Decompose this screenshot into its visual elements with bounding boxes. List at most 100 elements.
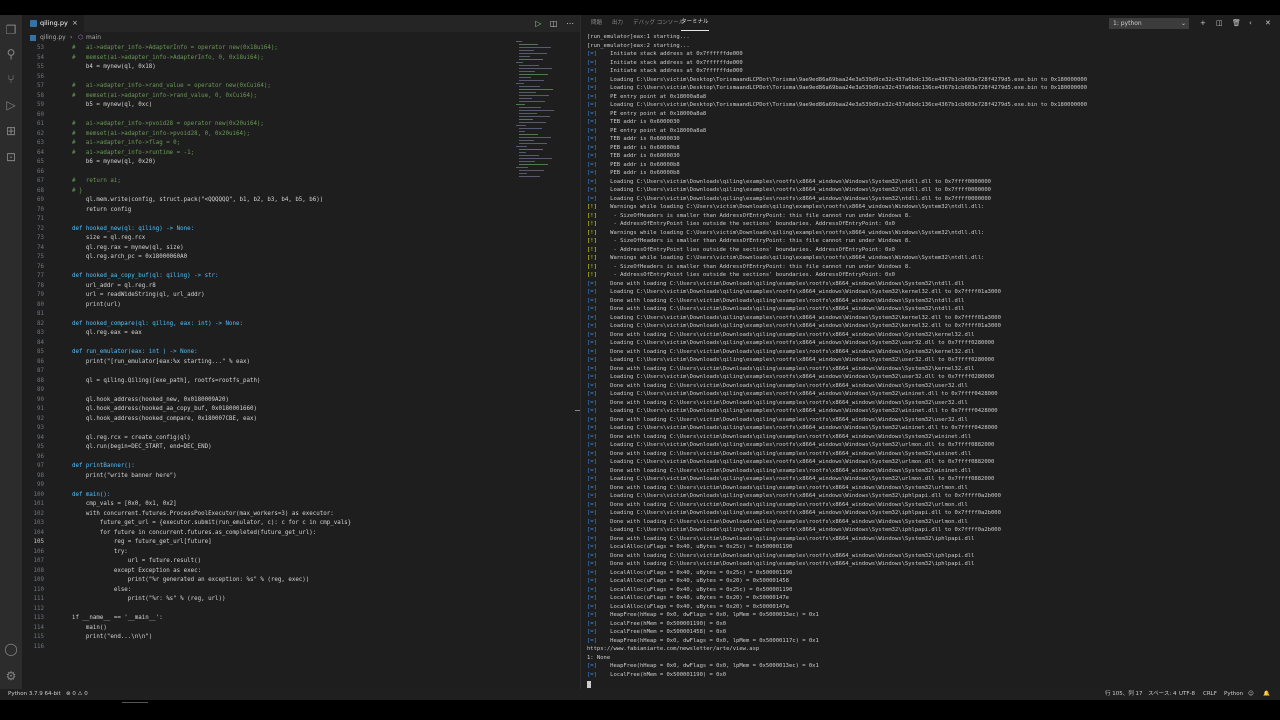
terminal-line: [=] LocalAlloc(uFlags = 0x40, uBytes = 0… xyxy=(587,569,793,576)
maximize-panel-icon[interactable]: ‹ xyxy=(1249,15,1252,32)
code-line: # } xyxy=(58,187,83,194)
terminal-line: [=] Loading C:\Users\victim\Downloads\qi… xyxy=(587,357,995,363)
terminal-line: [=] Done with loading C:\Users\victim\Do… xyxy=(587,382,968,389)
minimap-line xyxy=(519,170,544,171)
code-line: reg = future_get_url[future] xyxy=(58,539,212,545)
minimap[interactable] xyxy=(516,41,560,181)
terminal-line: [=] PE entry point at 0x18000a8a8 xyxy=(587,127,707,134)
tab-close-icon[interactable]: × xyxy=(72,15,78,32)
tab-output[interactable]: 出力 xyxy=(612,15,623,32)
python-interpreter[interactable]: Python 3.7.9 64-bit xyxy=(8,689,61,700)
terminal-line: [=] LocalAlloc(uFlags = 0x40, uBytes = 0… xyxy=(587,595,789,601)
terminal-line: [!] Warnings while loading C:\Users\vict… xyxy=(587,204,985,210)
line-number: 97 xyxy=(37,463,44,469)
line-number: 65 xyxy=(37,159,44,165)
terminal-line: [!] Warnings while loading C:\Users\vict… xyxy=(587,229,985,236)
new-terminal-icon[interactable]: + xyxy=(1200,15,1206,32)
bottom-divider xyxy=(122,702,148,703)
line-number: 62 xyxy=(37,130,44,137)
line-number: 71 xyxy=(37,216,44,222)
line-number: 59 xyxy=(37,102,44,108)
code-line: print(url) xyxy=(58,301,121,308)
split-terminal-icon[interactable]: ◫ xyxy=(1216,15,1223,32)
account-icon[interactable]: ◯ xyxy=(4,642,18,656)
problems-count[interactable]: ⊗ 0 ⚠ 0 xyxy=(66,689,88,700)
line-number: 116 xyxy=(33,643,44,650)
code-line: for future in concurrent.futures.as_comp… xyxy=(58,529,317,536)
end-of-line[interactable]: CRLF xyxy=(1203,689,1217,700)
terminal-line: [=] Loading C:\Users\victim\Desktop\Tori… xyxy=(587,102,1088,108)
line-number: 70 xyxy=(37,206,44,213)
code-line: # ai->adapter_info->flag = 0; xyxy=(58,140,181,146)
breadcrumb-file[interactable]: qiling.py xyxy=(40,32,66,44)
minimap-line xyxy=(519,68,552,69)
terminal-line: [=] TEB addr is 0x6000030 xyxy=(587,136,680,142)
code-line: # memset(ai->adapter_info->rand_value, 0… xyxy=(58,92,257,99)
source-control-icon[interactable]: ⑂ xyxy=(4,72,18,86)
line-number: 67 xyxy=(37,178,44,184)
breadcrumb-separator: › xyxy=(70,34,73,41)
feedback-icon[interactable]: ☺ xyxy=(1248,689,1254,700)
line-number: 58 xyxy=(37,92,44,99)
tab-debug-console[interactable]: デバッグ コンソール xyxy=(633,15,684,32)
notifications-bell-icon[interactable]: 🔔 xyxy=(1263,689,1270,700)
tab-terminal[interactable]: ターミナル xyxy=(681,15,709,31)
minimap-line xyxy=(519,44,538,45)
minimap-line xyxy=(519,113,537,114)
split-editor-icon[interactable]: ◫ xyxy=(550,19,558,28)
terminal-line: [=] Done with loading C:\Users\victim\Do… xyxy=(587,348,975,355)
code-line: ql.hook_address(hooked_aa_copy_buf, 0x01… xyxy=(58,406,257,412)
terminal-line: [=] Loading C:\Users\victim\Downloads\qi… xyxy=(587,187,991,193)
terminal-line: [=] TEB addr is 0x6000030 xyxy=(587,119,680,125)
terminal-select[interactable]: 1: python ⌄ xyxy=(1109,18,1189,29)
code-line: b5 = mynew(ql, 0xc) xyxy=(58,102,153,108)
minimap-line xyxy=(519,77,531,78)
line-number: 77 xyxy=(37,273,44,279)
terminal-line: [!] - SizeOfHeaders is smaller than Addr… xyxy=(587,263,912,270)
code-line: ql.mem.write(config, struct.pack("<QQQQQ… xyxy=(58,197,324,203)
more-actions-icon[interactable]: ⋯ xyxy=(566,19,574,28)
line-number: 103 xyxy=(33,520,44,526)
kill-terminal-icon[interactable]: 🗑 xyxy=(1232,15,1241,32)
run-debug-icon[interactable]: ▷ xyxy=(4,98,18,112)
tab-qiling-py[interactable]: qiling.py × xyxy=(22,15,84,32)
bottom-black-bar xyxy=(0,700,1280,720)
terminal-line: [=] Done with loading C:\Users\victim\Do… xyxy=(587,280,965,287)
code-line: # memset(ai->adapter_info->AdapterInfo, … xyxy=(58,54,264,61)
minimap-line xyxy=(516,83,524,84)
minimap-line xyxy=(519,149,543,150)
explorer-icon[interactable]: ❐ xyxy=(4,23,18,37)
terminal-line: [=] Loading C:\Users\victim\Downloads\qi… xyxy=(587,374,995,380)
indentation[interactable]: スペース: 4 xyxy=(1148,689,1176,700)
minimap-line xyxy=(519,86,540,87)
line-number: 113 xyxy=(33,615,44,621)
tab-problems[interactable]: 問題 xyxy=(591,15,602,32)
terminal-line: [=] Done with loading C:\Users\victim\Do… xyxy=(587,331,975,338)
minimap-line xyxy=(519,158,552,159)
code-line: except Exception as exec: xyxy=(58,567,202,574)
close-panel-icon[interactable]: ✕ xyxy=(1265,15,1271,32)
code-line: # return ai; xyxy=(58,178,121,184)
cursor-position[interactable]: 行 105、列 17 xyxy=(1105,689,1143,700)
minimap-line xyxy=(519,137,551,138)
breadcrumb-symbol[interactable]: main xyxy=(86,32,101,44)
terminal-line: [=] Loading C:\Users\victim\Downloads\qi… xyxy=(587,442,995,448)
line-number: 91 xyxy=(37,406,44,412)
remote-explorer-icon[interactable]: ⊡ xyxy=(4,150,18,164)
search-icon[interactable]: ⚲ xyxy=(4,47,18,61)
terminal-line: [!] Warnings while loading C:\Users\vict… xyxy=(587,255,985,261)
settings-gear-icon[interactable]: ⚙ xyxy=(4,669,18,683)
terminal-line: [=] Loading C:\Users\victim\Downloads\qi… xyxy=(587,391,998,397)
run-file-icon[interactable]: ▷ xyxy=(535,19,541,28)
editor-actions: ▷ ◫ ⋯ xyxy=(529,15,574,32)
extensions-icon[interactable]: ⊞ xyxy=(4,124,18,138)
line-number: 88 xyxy=(37,377,44,384)
terminal-cursor xyxy=(587,681,591,688)
minimap-line xyxy=(519,65,539,66)
terminal-line: [=] HeapFree(hHeap = 0x0, dwFlags = 0x0,… xyxy=(587,637,819,644)
line-number: 107 xyxy=(33,558,44,564)
language-mode[interactable]: Python xyxy=(1224,689,1243,700)
minimap-line xyxy=(519,164,548,165)
minimap-line xyxy=(519,176,540,177)
encoding[interactable]: UTF-8 xyxy=(1179,689,1195,700)
